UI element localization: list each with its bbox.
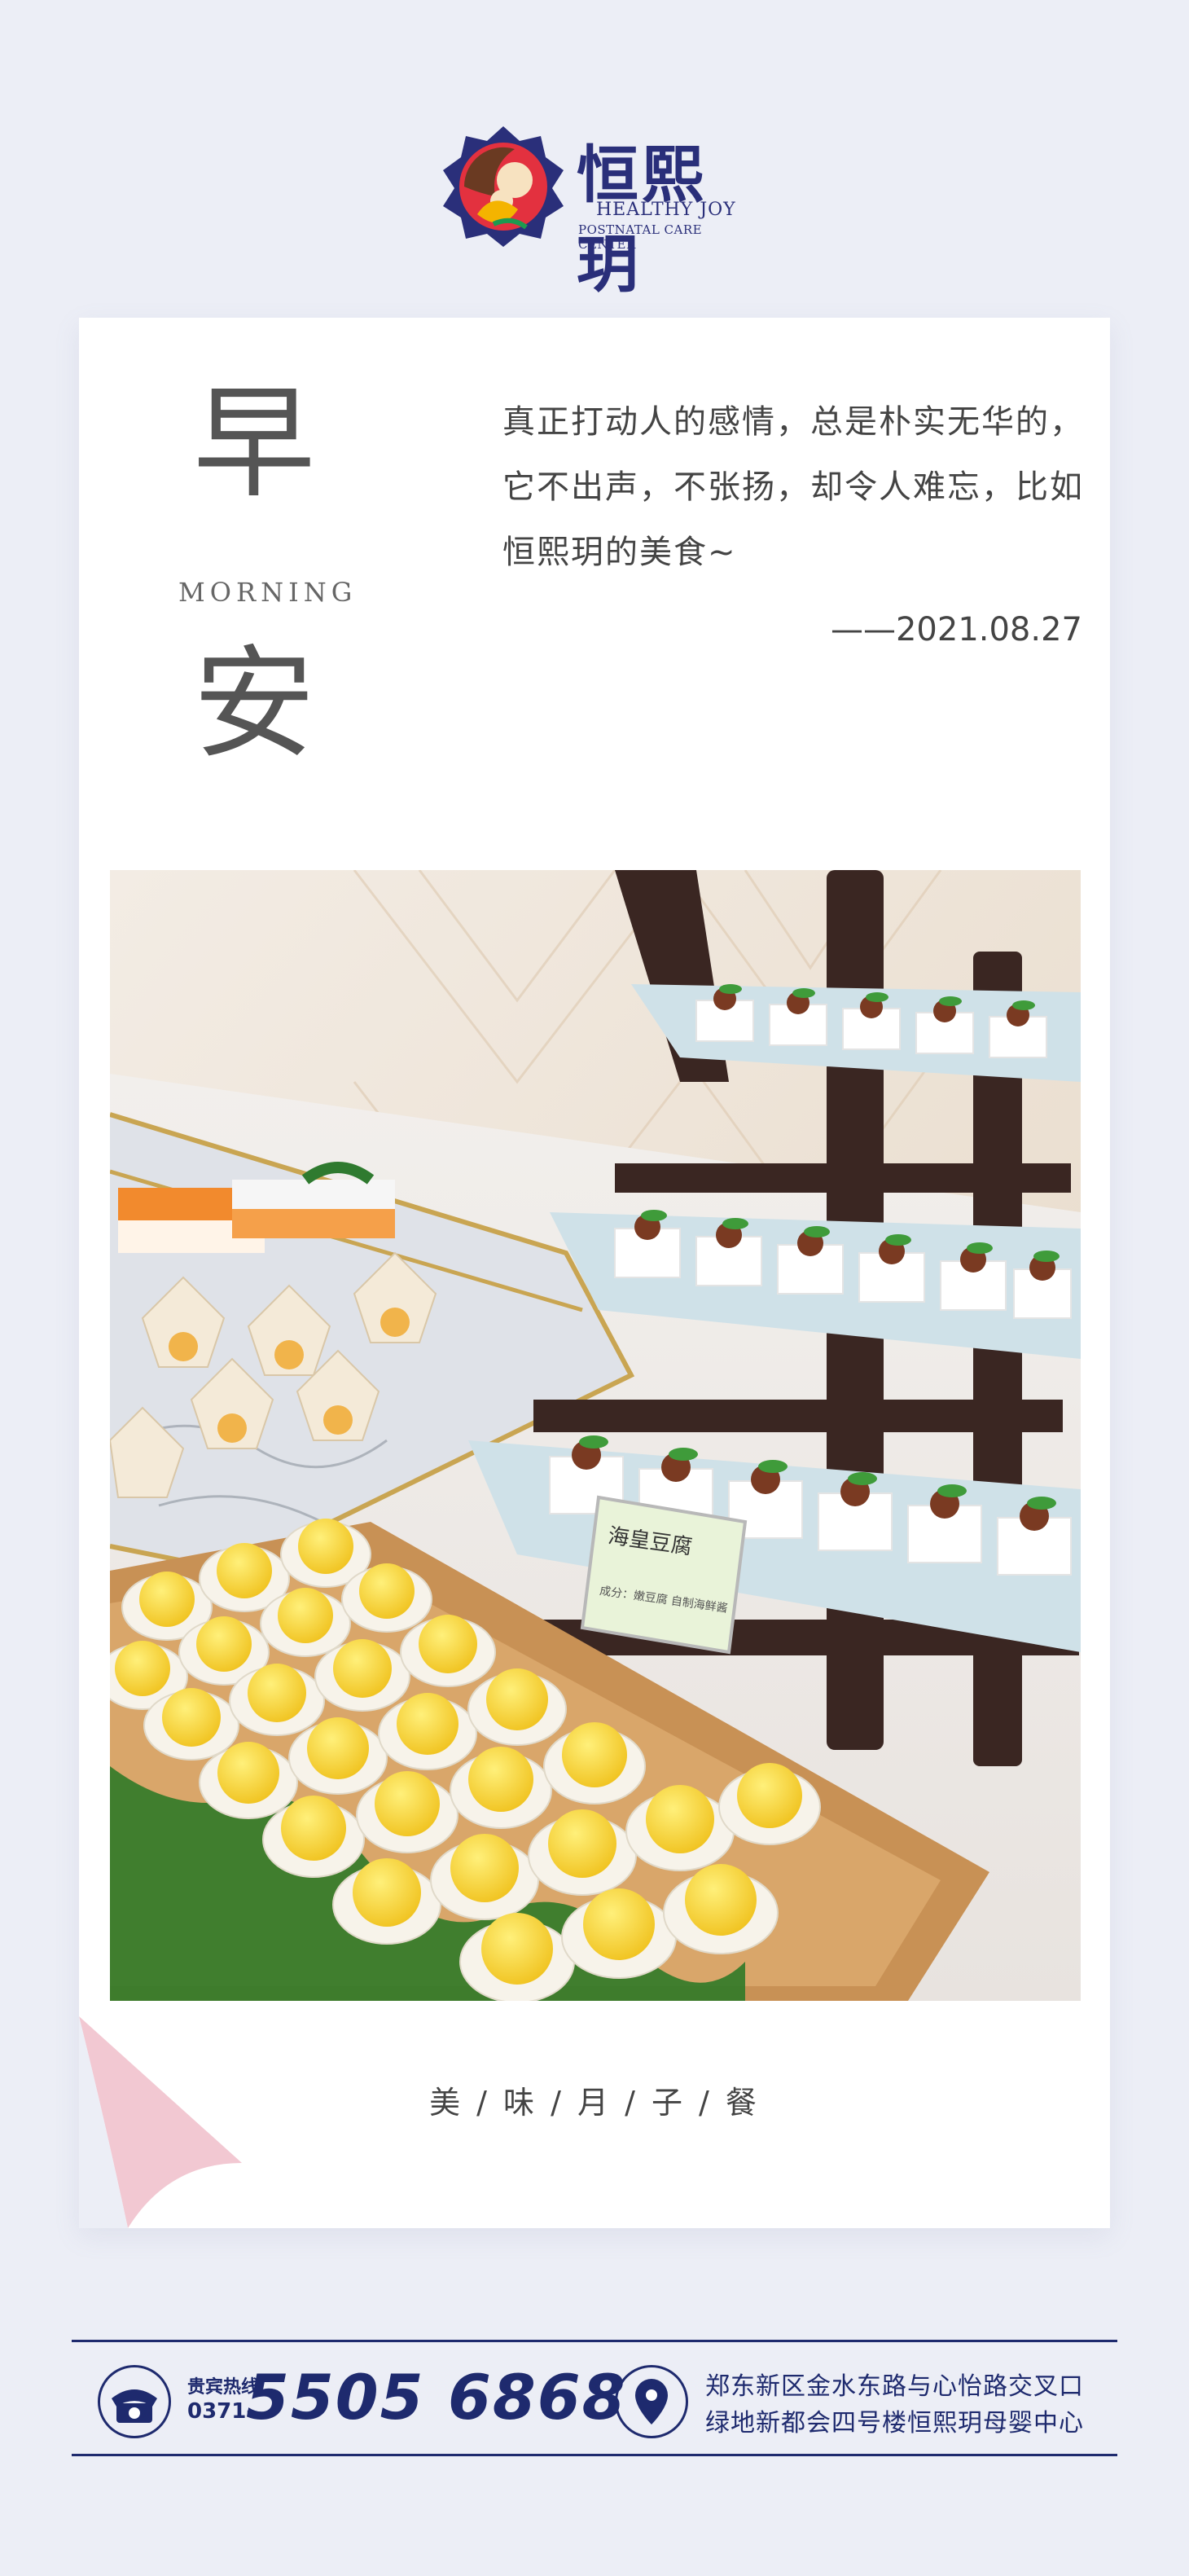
greeting-english: MORNING — [178, 577, 358, 608]
brand-logo: 恒熙玥 HEALTHY JOY POSTNATAL CARE CENTER — [440, 118, 757, 301]
greeting-char-an: 安 — [193, 634, 316, 776]
address-line-1: 郑东新区金水东路与心怡路交叉口 — [705, 2372, 1084, 2401]
footer-rule-bottom — [72, 2454, 1117, 2456]
page-curl-decoration — [79, 2016, 242, 2228]
location-pin-icon — [615, 2365, 688, 2438]
address-line-2: 绿地新都会四号楼恒熙玥母婴中心 — [705, 2409, 1084, 2438]
quote-text: 真正打动人的感情，总是朴实无华的，它不出声，不张扬，却令人难忘，比如恒熙玥的美食… — [502, 403, 1084, 571]
hotline-area-code: 0371- — [187, 2399, 256, 2424]
food-photo: 海皇豆腐 成分：嫩豆腐 自制海鲜酱 — [110, 870, 1081, 2001]
brand-name-en: HEALTHY JOY — [596, 200, 736, 220]
poster-card: 早 MORNING 安 真正打动人的感情，总是朴实无华的，它不出声，不张扬，却令… — [79, 318, 1110, 2228]
greeting-char-zao: 早 — [193, 373, 316, 515]
footer-rule-top — [72, 2340, 1117, 2342]
brand-subtitle-en: POSTNATAL CARE CENTER — [578, 222, 703, 252]
phone-icon — [98, 2365, 171, 2438]
dish-sign: 海皇豆腐 成分：嫩豆腐 自制海鲜酱 — [580, 1495, 748, 1655]
brand-logo-icon — [443, 126, 564, 247]
hotline-number[interactable]: 5505 6868 — [246, 2361, 627, 2433]
post-date: ——2021.08.27 — [830, 611, 1082, 648]
